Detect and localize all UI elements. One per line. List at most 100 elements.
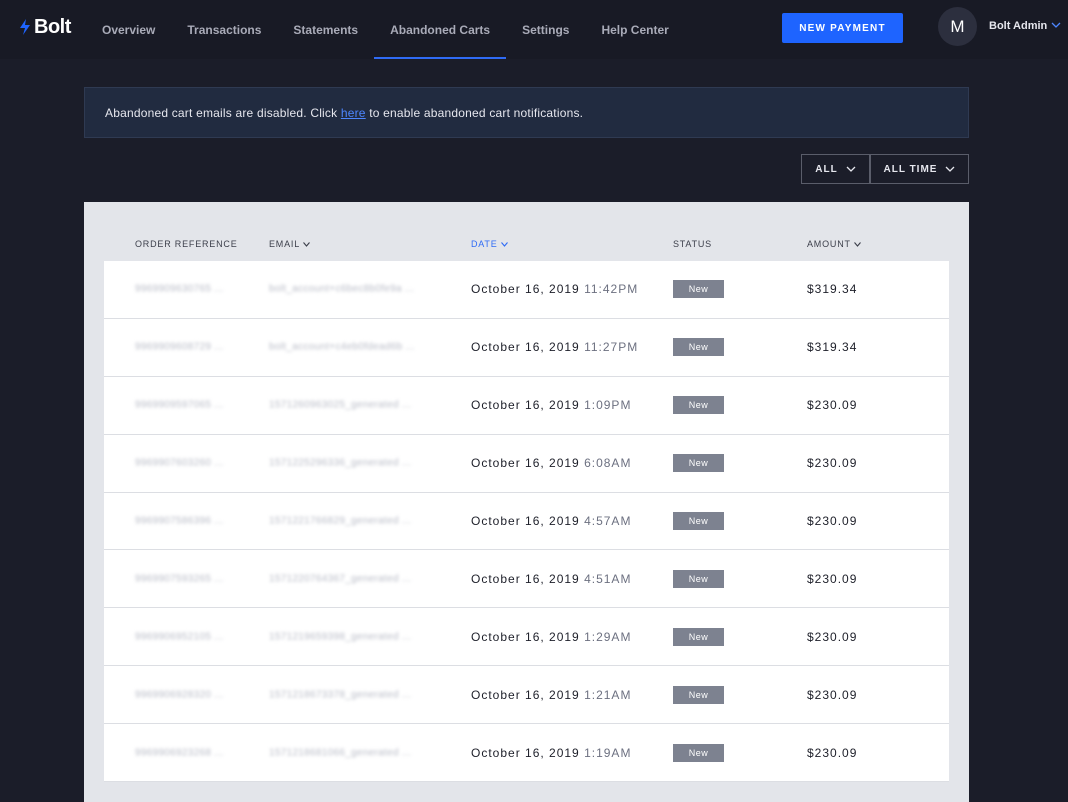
- time-text: 6:08AM: [584, 456, 632, 471]
- status-badge: New: [673, 685, 724, 704]
- status-filter-dropdown[interactable]: ALL: [801, 154, 870, 184]
- time-filter-dropdown[interactable]: ALL TIME: [870, 154, 969, 184]
- time-text: 1:29AM: [584, 629, 632, 644]
- table-row[interactable]: 9969906952105 ... 1571219659398_generate…: [104, 608, 949, 667]
- date-text: October 16, 2019: [471, 687, 580, 702]
- time-text: 4:51AM: [584, 571, 632, 586]
- column-header-label: ORDER REFERENCE: [135, 239, 238, 249]
- table-row[interactable]: 9969909608729 ... bolt_account+c4eb0fdea…: [104, 319, 949, 377]
- user-name[interactable]: Bolt Admin: [989, 20, 1047, 32]
- order-reference-cell: 9969906928320 ...: [135, 689, 224, 701]
- date-text: October 16, 2019: [471, 282, 580, 297]
- chevron-down-icon: [303, 241, 310, 247]
- amount-cell: $230.09: [807, 745, 858, 760]
- column-header-date[interactable]: DATE: [471, 239, 508, 249]
- time-text: 1:19AM: [584, 745, 632, 760]
- date-text: October 16, 2019: [471, 398, 580, 413]
- time-text: 1:21AM: [584, 687, 632, 702]
- order-reference-cell: 9969907586396 ...: [135, 515, 224, 527]
- notification-banner: Abandoned cart emails are disabled. Clic…: [84, 87, 969, 138]
- date-text: October 16, 2019: [471, 340, 580, 355]
- date-cell: October 16, 2019 1:21AM: [471, 688, 631, 702]
- column-header-order-reference: ORDER REFERENCE: [135, 239, 238, 249]
- table-row[interactable]: 9969906928320 ... 1571218673378_generate…: [104, 666, 949, 725]
- amount-cell: $319.34: [807, 282, 858, 297]
- email-cell: 1571260963025_generated ...: [269, 399, 412, 411]
- date-cell: October 16, 2019 1:09PM: [471, 398, 631, 412]
- nav-link-abandoned-carts[interactable]: Abandoned Carts: [374, 0, 507, 59]
- status-badge: New: [673, 743, 724, 762]
- date-text: October 16, 2019: [471, 571, 580, 586]
- date-cell: October 16, 2019 4:57AM: [471, 514, 631, 528]
- date-cell: October 16, 2019 1:19AM: [471, 746, 631, 760]
- date-cell: October 16, 2019 4:51AM: [471, 572, 631, 586]
- status-cell: New: [673, 743, 724, 762]
- bolt-logo[interactable]: Bolt: [18, 14, 71, 40]
- email-cell: 1571225296336_generated ...: [269, 457, 412, 469]
- status-cell: New: [673, 396, 724, 415]
- amount-cell: $319.34: [807, 340, 858, 355]
- amount-cell: $230.09: [807, 629, 858, 644]
- nav-link-help-center[interactable]: Help Center: [585, 0, 684, 59]
- status-cell: New: [673, 627, 724, 646]
- date-text: October 16, 2019: [471, 629, 580, 644]
- banner-text-after: to enable abandoned cart notifications.: [365, 105, 584, 120]
- avatar[interactable]: M: [938, 7, 977, 46]
- date-cell: October 16, 2019 11:27PM: [471, 340, 638, 354]
- nav-link-statements[interactable]: Statements: [277, 0, 374, 59]
- table-row[interactable]: 9969906923268 ... 1571218681066_generate…: [104, 724, 949, 783]
- status-cell: New: [673, 685, 724, 704]
- column-header-label: EMAIL: [269, 239, 301, 249]
- order-reference-cell: 9969907603260 ...: [135, 457, 224, 469]
- table-row[interactable]: 9969907586396 ... 1571221766829_generate…: [104, 493, 949, 551]
- table-header: ORDER REFERENCE EMAIL DATE STATUS AMOUNT: [84, 202, 969, 261]
- amount-cell: $230.09: [807, 687, 858, 702]
- column-header-email[interactable]: EMAIL: [269, 239, 310, 249]
- email-cell: 1571218681066_generated ...: [269, 747, 412, 759]
- status-badge: New: [673, 396, 724, 415]
- status-filter-label: ALL: [815, 163, 838, 175]
- time-text: 1:09PM: [584, 398, 632, 413]
- banner-enable-link[interactable]: here: [341, 106, 366, 120]
- nav-link-transactions[interactable]: Transactions: [171, 0, 277, 59]
- time-filter-label: ALL TIME: [883, 163, 938, 175]
- email-cell: bolt_account+c6bec8b0fe9a ...: [269, 283, 415, 295]
- abandoned-carts-table: ORDER REFERENCE EMAIL DATE STATUS AMOUNT…: [84, 202, 969, 802]
- status-badge: New: [673, 569, 724, 588]
- status-badge: New: [673, 627, 724, 646]
- status-cell: New: [673, 512, 724, 530]
- email-cell: 1571219659398_generated ...: [269, 631, 412, 643]
- order-reference-cell: 9969906952105 ...: [135, 631, 224, 643]
- amount-cell: $230.09: [807, 456, 858, 471]
- time-text: 11:27PM: [584, 340, 639, 355]
- time-text: 4:57AM: [584, 514, 632, 528]
- nav-links: Overview Transactions Statements Abandon…: [86, 0, 685, 59]
- email-cell: 1571221766829_generated ...: [269, 515, 412, 527]
- status-badge: New: [673, 512, 724, 530]
- date-cell: October 16, 2019 11:42PM: [471, 282, 638, 296]
- order-reference-cell: 9969909630765 ...: [135, 283, 224, 295]
- table-row[interactable]: 9969909630765 ... bolt_account+c6bec8b0f…: [104, 261, 949, 319]
- date-cell: October 16, 2019 1:29AM: [471, 630, 631, 644]
- table-row[interactable]: 9969907603260 ... 1571225296336_generate…: [104, 435, 949, 493]
- table-row[interactable]: 9969909597065 ... 1571260963025_generate…: [104, 377, 949, 435]
- column-header-label: AMOUNT: [807, 239, 851, 249]
- table-body: 9969909630765 ... bolt_account+c6bec8b0f…: [104, 261, 949, 783]
- column-header-label: DATE: [471, 239, 498, 249]
- amount-cell: $230.09: [807, 514, 858, 528]
- chevron-down-icon[interactable]: [1051, 20, 1061, 30]
- email-cell: bolt_account+c4eb0fdead6b ...: [269, 341, 415, 353]
- amount-cell: $230.09: [807, 398, 858, 413]
- table-row[interactable]: 9969907593265 ... 1571220764367_generate…: [104, 550, 949, 609]
- nav-link-settings[interactable]: Settings: [506, 0, 585, 59]
- order-reference-cell: 9969909608729 ...: [135, 341, 224, 353]
- column-header-amount[interactable]: AMOUNT: [807, 239, 861, 249]
- chevron-down-icon: [500, 241, 508, 247]
- order-reference-cell: 9969906923268 ...: [135, 747, 224, 759]
- email-cell: 1571218673378_generated ...: [269, 689, 412, 701]
- order-reference-cell: 9969909597065 ...: [135, 399, 224, 411]
- nav-link-overview[interactable]: Overview: [86, 0, 171, 59]
- time-text: 11:42PM: [584, 282, 639, 297]
- new-payment-button[interactable]: NEW PAYMENT: [782, 13, 903, 43]
- brand-name: Bolt: [34, 15, 71, 38]
